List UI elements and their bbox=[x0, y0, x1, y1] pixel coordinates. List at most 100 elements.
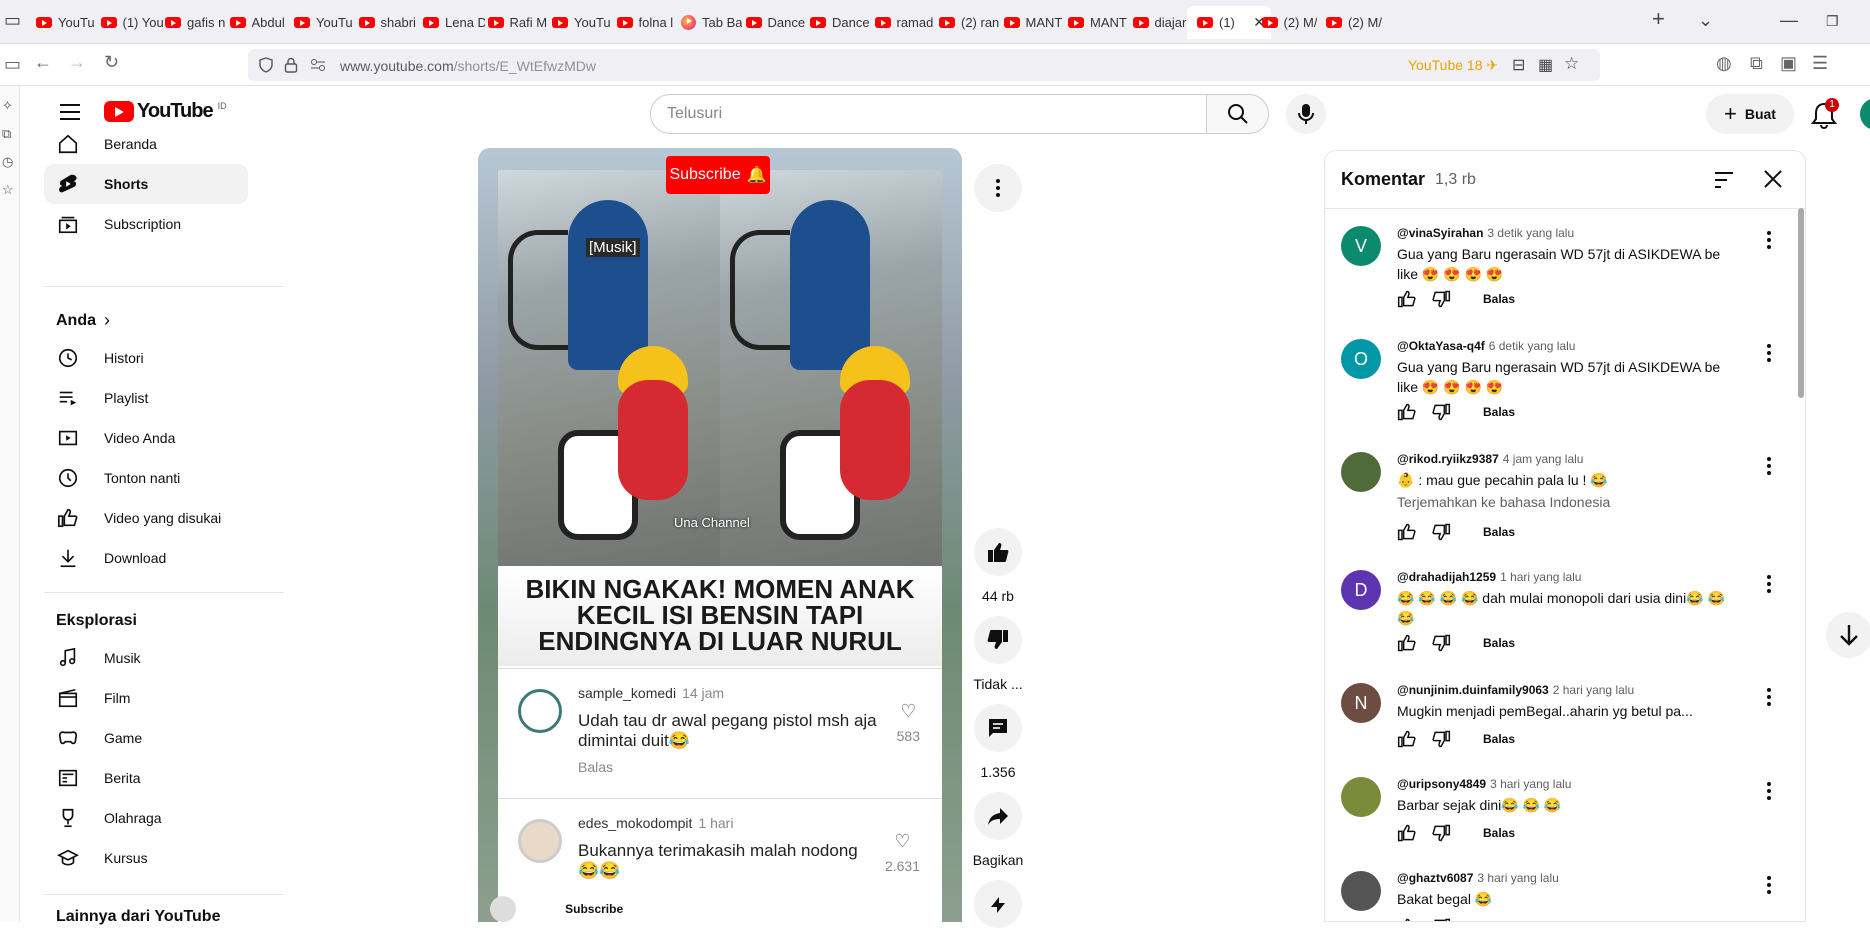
commenter-avatar[interactable] bbox=[1341, 777, 1381, 817]
youtube-18-badge[interactable]: YouTube 18 ✈ bbox=[1408, 57, 1498, 74]
comment-time[interactable]: 2 hari yang lalu bbox=[1553, 683, 1634, 697]
reply-button[interactable]: Balas bbox=[1483, 292, 1515, 306]
comment-more-icon[interactable] bbox=[1757, 779, 1781, 803]
comments-scrollbar[interactable] bbox=[1798, 208, 1804, 398]
sidebar-item-histori[interactable]: Histori bbox=[44, 338, 248, 378]
browser-tab[interactable]: Lena D bbox=[413, 6, 485, 39]
browser-tab[interactable]: Abdul bbox=[220, 6, 292, 39]
sidebar-item-olahraga[interactable]: Olahraga bbox=[44, 798, 248, 838]
comment-more-icon[interactable] bbox=[1757, 228, 1781, 252]
sidebar-toggle-icon[interactable]: ▭ bbox=[4, 54, 21, 75]
browser-tab[interactable]: gafis n bbox=[155, 6, 227, 39]
thumbs-up-icon[interactable] bbox=[1397, 522, 1417, 542]
thumbs-up-icon[interactable] bbox=[1397, 823, 1417, 843]
comment-more-icon[interactable] bbox=[1757, 572, 1781, 596]
comment-time[interactable]: 3 hari yang lalu bbox=[1490, 777, 1571, 791]
tab-list-icon[interactable]: ▭ bbox=[4, 10, 21, 31]
reload-icon[interactable]: ↻ bbox=[104, 52, 119, 73]
thumbs-down-icon[interactable] bbox=[1431, 729, 1451, 749]
close-icon[interactable] bbox=[1761, 167, 1785, 191]
account-avatar[interactable]: V bbox=[1860, 98, 1870, 130]
commenter-avatar[interactable]: D bbox=[1341, 570, 1381, 610]
sort-icon[interactable] bbox=[1711, 169, 1735, 191]
comment-time[interactable]: 3 detik yang lalu bbox=[1487, 226, 1574, 240]
sidebar-item-shorts[interactable]: Shorts bbox=[44, 164, 248, 204]
comment-time[interactable]: 1 hari yang lalu bbox=[1500, 570, 1581, 584]
channel-info[interactable]: @Ulilnafila Subscribe bbox=[490, 896, 634, 922]
translate-link[interactable]: Terjemahkan ke bahasa Indonesia bbox=[1397, 494, 1610, 510]
browser-tab[interactable]: MANT bbox=[994, 6, 1066, 39]
ai-sparkle-icon[interactable]: ✧ bbox=[2, 98, 13, 114]
thumbs-down-icon[interactable] bbox=[1431, 402, 1451, 422]
thumbs-up-icon[interactable] bbox=[1397, 633, 1417, 653]
browser-tab[interactable]: YouTu bbox=[284, 6, 356, 39]
bookmark-star-icon[interactable]: ☆ bbox=[1564, 54, 1579, 74]
apps-icon[interactable]: ▣ bbox=[1780, 53, 1797, 74]
comment-author[interactable]: @nunjinim.duinfamily9063 bbox=[1397, 683, 1549, 697]
channel-avatar[interactable] bbox=[490, 896, 516, 922]
thumbs-down-icon[interactable] bbox=[1431, 917, 1451, 922]
comment-author[interactable]: @rikod.ryiikz9387 bbox=[1397, 452, 1499, 466]
history-sidebar-icon[interactable]: ◷ bbox=[2, 154, 13, 170]
comment-more-icon[interactable] bbox=[1757, 873, 1781, 897]
browser-tab[interactable]: (2) M/ bbox=[1252, 6, 1324, 39]
comment-author[interactable]: @uripsony4849 bbox=[1397, 777, 1486, 791]
browser-tab[interactable]: Rafi M bbox=[478, 6, 550, 39]
sidebar-item-playlist[interactable]: Playlist bbox=[44, 378, 248, 418]
reply-button[interactable]: Balas bbox=[1483, 826, 1515, 840]
reader-icon[interactable]: ⊟ bbox=[1512, 55, 1525, 75]
back-icon[interactable]: ← bbox=[34, 52, 52, 73]
sidebar-item-subscription[interactable]: Subscription bbox=[44, 204, 248, 244]
comment-time[interactable]: 4 jam yang lalu bbox=[1503, 452, 1584, 466]
browser-tab[interactable]: Dance bbox=[736, 6, 808, 39]
thumbs-down-icon[interactable] bbox=[1431, 289, 1451, 309]
extensions-grid-icon[interactable]: ▦ bbox=[1538, 55, 1553, 75]
thumbs-down-icon[interactable] bbox=[1431, 823, 1451, 843]
voice-search-button[interactable] bbox=[1286, 94, 1326, 134]
commenter-avatar[interactable] bbox=[1341, 452, 1381, 492]
sidebar-item-kursus[interactable]: Kursus bbox=[44, 838, 248, 878]
create-button[interactable]: + Buat bbox=[1706, 94, 1794, 134]
comment-more-icon[interactable] bbox=[1757, 341, 1781, 365]
share-action[interactable]: Bagikan bbox=[973, 792, 1023, 868]
reply-button[interactable]: Balas bbox=[1483, 525, 1515, 539]
browser-tab[interactable]: ramad bbox=[865, 6, 937, 39]
reply-button[interactable]: Balas bbox=[1483, 636, 1515, 650]
browser-tab[interactable]: (2) ran bbox=[929, 6, 1001, 39]
commenter-avatar[interactable]: O bbox=[1341, 339, 1381, 379]
forward-icon[interactable]: → bbox=[68, 52, 86, 73]
next-video-button[interactable] bbox=[1826, 612, 1870, 658]
thumbs-down-icon[interactable] bbox=[1431, 522, 1451, 542]
new-tab-icon[interactable]: + bbox=[1652, 6, 1665, 32]
minimize-icon[interactable]: — bbox=[1780, 10, 1798, 31]
remix-action[interactable] bbox=[974, 880, 1022, 928]
synced-tabs-icon[interactable]: ⧉ bbox=[2, 126, 11, 142]
sidebar-item-tonton-nanti[interactable]: Tonton nanti bbox=[44, 458, 248, 498]
comment-more-icon[interactable] bbox=[1757, 454, 1781, 478]
thumbs-up-icon[interactable] bbox=[1397, 917, 1417, 922]
comment-time[interactable]: 3 hari yang lalu bbox=[1477, 871, 1558, 885]
thumbs-down-icon[interactable] bbox=[1431, 633, 1451, 653]
comment-author[interactable]: @ghaztv6087 bbox=[1397, 871, 1473, 885]
channel-subscribe-button[interactable]: Subscribe bbox=[555, 897, 634, 921]
comment-more-icon[interactable] bbox=[1757, 685, 1781, 709]
extensions-icon[interactable]: ⧉ bbox=[1750, 53, 1763, 74]
sidebar-item-beranda[interactable]: Beranda bbox=[44, 124, 248, 164]
sidebar-item-video-yang-disukai[interactable]: Video yang disukai bbox=[44, 498, 248, 538]
lock-icon[interactable] bbox=[284, 57, 298, 73]
permissions-icon[interactable] bbox=[310, 58, 326, 72]
search-button[interactable] bbox=[1206, 94, 1269, 134]
like-action[interactable]: 44 rb bbox=[974, 528, 1022, 604]
tab-overflow-icon[interactable]: ⌄ bbox=[1698, 10, 1713, 31]
subscribe-overlay-button[interactable]: Subscribe 🔔 bbox=[666, 156, 770, 194]
reply-button[interactable]: Balas bbox=[1483, 732, 1515, 746]
comment-time[interactable]: 6 detik yang lalu bbox=[1489, 339, 1576, 353]
share-button[interactable] bbox=[974, 792, 1022, 840]
browser-tab[interactable]: Dance bbox=[800, 6, 872, 39]
you-section-heading[interactable]: Anda › bbox=[56, 310, 110, 331]
sidebar-item-download[interactable]: Download bbox=[44, 538, 248, 578]
browser-tab[interactable]: (1) You bbox=[91, 6, 163, 39]
commenter-avatar[interactable]: N bbox=[1341, 683, 1381, 723]
comments-action[interactable]: 1.356 bbox=[974, 704, 1022, 780]
youtube-logo[interactable]: YouTube ID bbox=[104, 100, 227, 123]
